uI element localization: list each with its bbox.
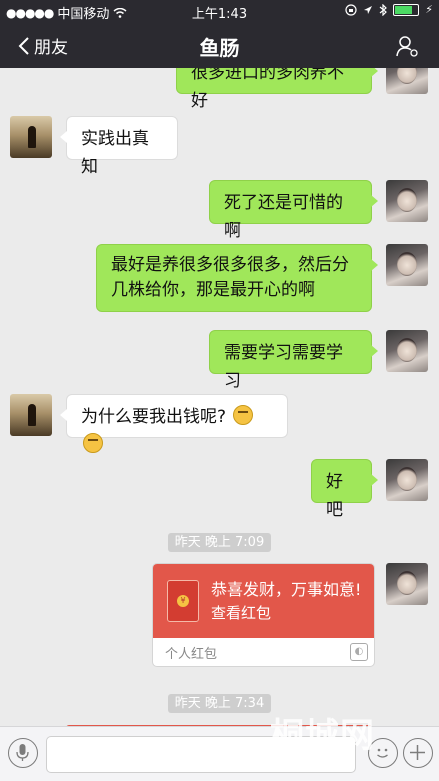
battery-icon xyxy=(393,3,420,16)
watermark: 桐城网 xyxy=(270,716,375,756)
message-bubble[interactable]: 实践出真知 xyxy=(60,116,178,177)
bluetooth-icon xyxy=(379,3,388,16)
contact-avatar[interactable] xyxy=(10,394,52,436)
sweat-emoji-icon xyxy=(233,405,254,425)
chat-area[interactable]: 很多进口的多肉养不好 实践出真知 死了还是可惜的啊 最好是养很多很多很多，然后分… xyxy=(0,68,439,726)
red-packet-action: 查看红包 xyxy=(211,604,272,622)
location-icon xyxy=(364,5,373,14)
red-packet-card[interactable]: ¥ 恭喜发财，万事如意! 查看红包 个人红包 ◐ xyxy=(152,563,375,667)
red-packet-logo-icon: ◐ xyxy=(350,643,368,661)
voice-input-button[interactable] xyxy=(8,738,38,768)
my-avatar[interactable] xyxy=(386,180,428,222)
chat-title: 鱼肠 xyxy=(199,36,240,60)
more-options-button[interactable] xyxy=(403,738,433,768)
red-packet-footer: 个人红包 xyxy=(165,647,218,662)
my-avatar[interactable] xyxy=(386,459,428,501)
my-avatar[interactable] xyxy=(386,68,428,94)
message-bubble[interactable]: 很多进口的多肉养不好 xyxy=(176,68,378,111)
rotation-lock-icon xyxy=(345,3,357,16)
plus-icon xyxy=(410,745,425,760)
timestamp: 昨天 晚上 7:09 xyxy=(0,531,439,552)
microphone-icon xyxy=(16,744,29,761)
status-bar: ●●●●● 中国移动 上午1:43 ⚡ xyxy=(0,0,439,22)
my-avatar[interactable] xyxy=(386,563,428,605)
sweat-emoji-icon xyxy=(83,433,103,453)
red-packet-greeting: 恭喜发财，万事如意! xyxy=(211,580,362,599)
nav-bar: 朋友 鱼肠 xyxy=(0,22,439,68)
message-bubble[interactable]: 好吧 xyxy=(311,459,378,520)
chat-profile-icon[interactable] xyxy=(395,34,419,58)
message-bubble[interactable]: 最好是养很多很多很多，然后分几株给你，那是最开心的啊 xyxy=(96,244,378,312)
my-avatar[interactable] xyxy=(386,330,428,372)
message-bubble[interactable]: 需要学习需要学习 xyxy=(209,330,378,391)
my-avatar[interactable] xyxy=(386,244,428,286)
red-envelope-icon: ¥ xyxy=(167,580,199,622)
message-bubble[interactable]: 为什么要我出钱呢? xyxy=(60,394,288,453)
charging-icon: ⚡ xyxy=(425,3,433,16)
message-bubble[interactable]: 死了还是可惜的啊 xyxy=(209,180,378,241)
contact-avatar[interactable] xyxy=(10,116,52,158)
